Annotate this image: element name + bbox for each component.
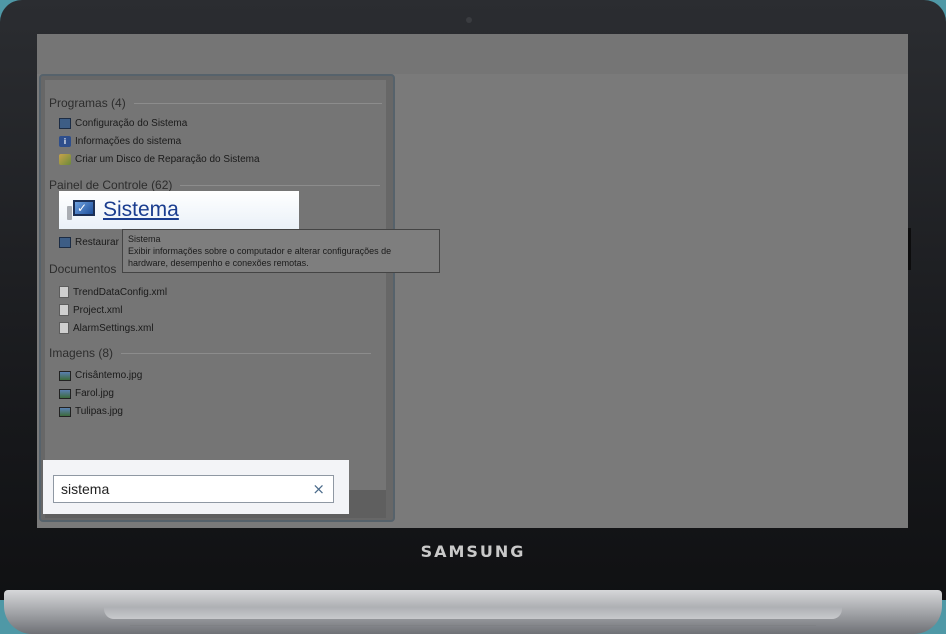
tooltip-description: hardware, desempenho e conexões remotas. [128,258,309,268]
document-icon [59,304,69,316]
result-tulipas[interactable]: Tulipas.jpg [59,406,123,417]
system-info-icon: i [59,136,71,147]
result-restaurar[interactable]: Restaurar [59,237,119,248]
system-config-icon [59,118,71,129]
start-menu: Programas (4) Configuração do Sistema i … [39,74,395,522]
tooltip-title: Sistema [128,234,161,244]
sistema-result-highlight[interactable]: ✓ Sistema [59,191,299,229]
search-area: × [43,460,349,514]
group-header-label: Imagens (8) [49,346,114,360]
document-icon [59,286,69,298]
image-icon [59,406,71,417]
result-label: Project.xml [73,304,123,316]
result-label: Farol.jpg [75,388,114,399]
screen-top-area [37,34,908,74]
hinge-recess [104,607,842,619]
search-input[interactable] [61,481,301,497]
result-informacoes-do-sistema[interactable]: i Informações do sistema [59,136,181,147]
divider [180,184,381,186]
brand-logo: SAMSUNG [420,542,526,561]
image-icon [59,370,71,381]
result-criar-disco-reparacao[interactable]: Criar um Disco de Reparação do Sistema [59,154,260,165]
base-edge-line [130,625,816,626]
result-label: Tulipas.jpg [75,406,123,417]
result-project[interactable]: Project.xml [59,304,122,316]
divider [121,352,372,354]
group-header-programas: Programas (4) [49,96,382,110]
restore-icon [59,237,71,248]
screen: Programas (4) Configuração do Sistema i … [37,34,908,528]
result-tooltip: Sistema Exibir informações sobre o compu… [122,229,440,273]
result-configuracao-do-sistema[interactable]: Configuração do Sistema [59,118,187,129]
result-label: Configuração do Sistema [75,118,188,129]
result-label: Restaurar [75,237,119,248]
group-header-label: Painel de Controle (62) [49,178,173,192]
divider [133,102,382,104]
result-farol[interactable]: Farol.jpg [59,388,114,399]
result-alarmsettings[interactable]: AlarmSettings.xml [59,322,154,334]
group-header-painel-de-controle: Painel de Controle (62) [49,178,381,192]
image-icon [59,388,71,399]
result-label: Informações do sistema [75,136,182,147]
result-crisantemo[interactable]: Crisântemo.jpg [59,370,142,381]
document-icon [59,322,69,334]
group-header-imagens: Imagens (8) [49,346,372,360]
clear-search-icon[interactable]: × [312,480,325,498]
group-header-documentos: Documentos [49,262,116,276]
repair-disc-icon [59,154,71,165]
group-header-label: Documentos [49,262,117,276]
tooltip-description: Exibir informações sobre o computador e … [128,246,392,256]
result-trenddataconfig[interactable]: TrendDataConfig.xml [59,286,167,298]
sistema-link[interactable]: Sistema [103,198,179,222]
webcam [466,17,472,23]
system-icon: ✓ [65,198,97,222]
group-header-label: Programas (4) [49,96,126,110]
result-label: TrendDataConfig.xml [73,286,168,298]
result-label: Crisântemo.jpg [75,370,143,381]
result-label: AlarmSettings.xml [73,322,154,334]
search-box[interactable]: × [53,475,334,503]
result-label: Criar um Disco de Reparação do Sistema [75,154,260,165]
